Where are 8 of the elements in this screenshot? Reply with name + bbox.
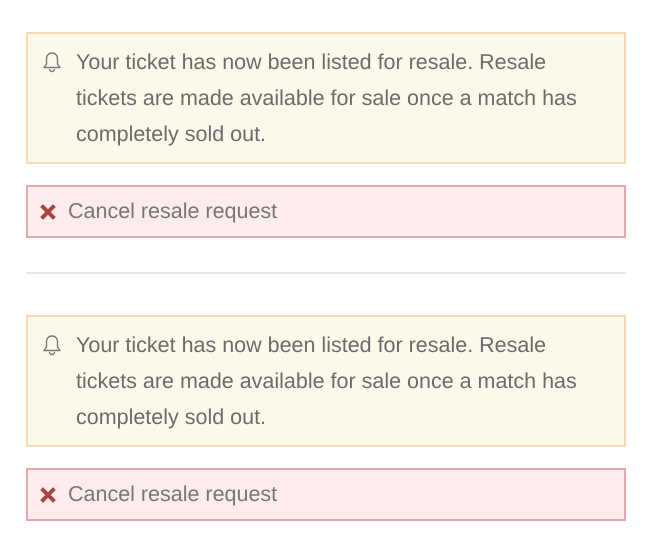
bell-icon <box>42 334 62 356</box>
notice-text: Your ticket has now been listed for resale. Resale tickets are made available for sale once a match has completely sold out. <box>76 332 578 431</box>
cancel-resale-button[interactable]: Cancel resale request <box>26 185 626 238</box>
close-icon <box>40 486 56 502</box>
bell-icon <box>42 51 62 73</box>
close-icon <box>40 204 56 220</box>
notice-text: Your ticket has now been listed for resale. Resale tickets are made available for sale once a match has completely sold out. <box>76 49 578 148</box>
cancel-resale-button[interactable]: Cancel resale request <box>26 468 626 521</box>
